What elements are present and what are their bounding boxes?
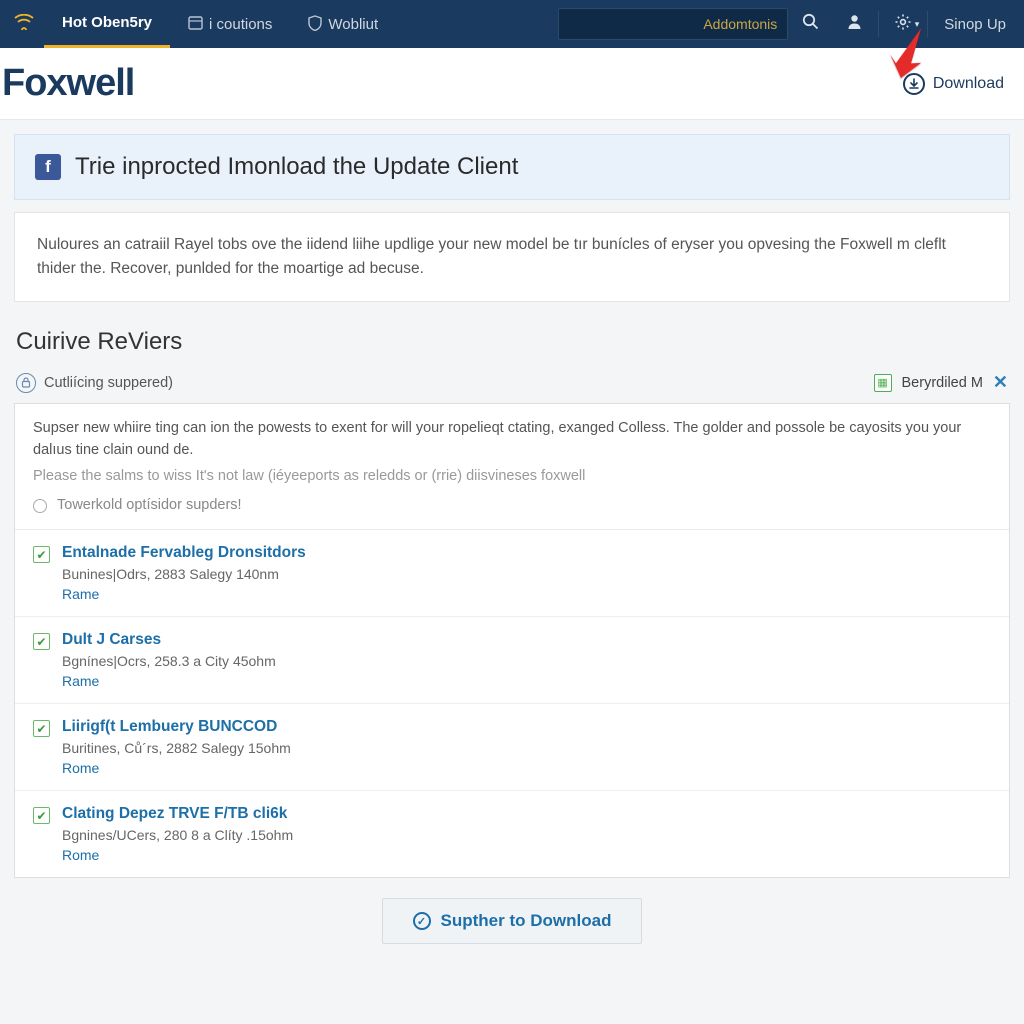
item-meta: Buritines, Ců´rs, 2882 Salegy 15ohm: [62, 740, 991, 756]
nav-item-coutions[interactable]: i coutions: [170, 0, 290, 48]
page-banner: f Trie inprocted Imonload the Update Cli…: [14, 134, 1010, 200]
filter-left[interactable]: Cutliícing suppered): [16, 373, 173, 393]
check-circle-icon: ✓: [413, 912, 431, 930]
main-area: f Trie inprocted Imonload the Update Cli…: [0, 120, 1024, 966]
page-title: Trie inprocted Imonload the Update Clien…: [75, 153, 518, 181]
download-button-label: Supther to Download: [441, 911, 612, 931]
list-item: ✔ Clating Depez TRVE F/TB cli6k Bgnines/…: [15, 791, 1009, 877]
check-icon[interactable]: ✔: [33, 720, 50, 737]
item-action[interactable]: Rame: [62, 586, 991, 602]
lock-icon: [16, 373, 36, 393]
panel-option-label: Towerkold optísidor supders!: [57, 495, 242, 517]
wifi-icon: [4, 14, 44, 35]
item-title[interactable]: Liirigf(t Lembuery BUNCCOD: [62, 718, 991, 736]
shield-icon: [308, 15, 322, 34]
nav-label: Wobliut: [328, 16, 378, 33]
download-icon: [903, 73, 925, 95]
panel-header: Supser new whiire ting can ion the powes…: [15, 404, 1009, 530]
search-placeholder: Addomtonis: [569, 16, 777, 32]
intro-card: Nuloures an catraiil Rayel tobs ove the …: [14, 212, 1010, 302]
brand-logo: Foxwell: [0, 62, 134, 105]
filter-left-label: Cutliícing suppered): [44, 375, 173, 391]
close-icon[interactable]: ✕: [993, 372, 1008, 393]
item-meta: Bgnínes|Ocrs, 258.3 a City 45ohm: [62, 653, 991, 669]
check-icon[interactable]: ✔: [33, 807, 50, 824]
excel-icon: ▦: [874, 374, 892, 392]
search-input[interactable]: Addomtonis: [558, 8, 788, 40]
user-icon[interactable]: [832, 13, 876, 35]
item-action[interactable]: Rome: [62, 760, 991, 776]
nav-label: i coutions: [209, 16, 272, 33]
nav-item-hot[interactable]: Hot Oben5ry: [44, 0, 170, 48]
item-meta: Bgnines/UCers, 280 8 a Clíty .15ohm: [62, 827, 991, 843]
top-nav: Hot Oben5ry i coutions Wobliut Addomtoni…: [0, 0, 1024, 48]
item-title[interactable]: Clating Depez TRVE F/TB cli6k: [62, 805, 991, 823]
item-meta: Bunines|Odrs, 2883 Salegy 140nm: [62, 566, 991, 582]
gear-icon[interactable]: ▾: [881, 13, 925, 36]
item-title[interactable]: Entalnade Fervableg Dronsitdors: [62, 544, 991, 562]
panel-head-line2: Please the salms to wiss It's not law (i…: [33, 466, 991, 488]
filter-right: ▦ Beryrdiled M ✕: [874, 372, 1008, 393]
signup-link[interactable]: Sinop Up: [930, 16, 1020, 33]
nav-label: Hot Oben5ry: [62, 14, 152, 31]
nav-left-group: Hot Oben5ry i coutions Wobliut: [4, 0, 396, 48]
nav-item-wobliut[interactable]: Wobliut: [290, 0, 396, 48]
radio-icon: [33, 499, 47, 513]
section-title: Cuirive ReViers: [16, 328, 1010, 356]
download-link[interactable]: Download: [903, 73, 1004, 95]
brand-row: Foxwell Download: [0, 48, 1024, 120]
filter-row: Cutliícing suppered) ▦ Beryrdiled M ✕: [14, 372, 1010, 403]
list-item: ✔ Entalnade Fervableg Dronsitdors Bunine…: [15, 530, 1009, 617]
list-item: ✔ Liirigf(t Lembuery BUNCCOD Buritines, …: [15, 704, 1009, 791]
item-action[interactable]: Rome: [62, 847, 991, 863]
item-action[interactable]: Rame: [62, 673, 991, 689]
check-icon[interactable]: ✔: [33, 633, 50, 650]
check-icon[interactable]: ✔: [33, 546, 50, 563]
footer-button-wrap: ✓ Supther to Download: [14, 878, 1010, 966]
download-button[interactable]: ✓ Supther to Download: [382, 898, 643, 944]
results-panel: Supser new whiire ting can ion the powes…: [14, 403, 1010, 878]
panel-head-line1: Supser new whiire ting can ion the powes…: [33, 418, 991, 462]
intro-text: Nuloures an catraiil Rayel tobs ove the …: [37, 233, 987, 281]
download-label: Download: [933, 75, 1004, 93]
item-title[interactable]: Dult J Carses: [62, 631, 991, 649]
panel-option[interactable]: Towerkold optísidor supders!: [33, 495, 991, 517]
facebook-icon: f: [35, 154, 61, 180]
calendar-icon: [188, 15, 203, 33]
search-icon[interactable]: [788, 13, 832, 35]
filter-right-label: Beryrdiled M: [902, 375, 983, 391]
list-item: ✔ Dult J Carses Bgnínes|Ocrs, 258.3 a Ci…: [15, 617, 1009, 704]
